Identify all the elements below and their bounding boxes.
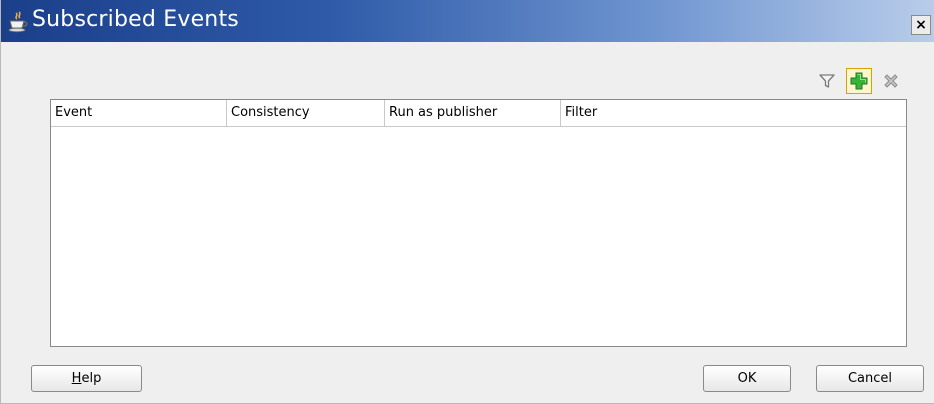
table-toolbar (814, 67, 904, 95)
ok-button[interactable]: OK (703, 365, 791, 392)
help-label: elp (81, 371, 102, 386)
filter-button[interactable] (814, 68, 840, 94)
java-cup-icon (8, 11, 28, 33)
column-header-consistency[interactable]: Consistency (227, 100, 385, 126)
table-body[interactable] (51, 127, 906, 347)
add-button[interactable] (846, 68, 872, 94)
delete-icon (884, 74, 898, 88)
add-icon (850, 72, 868, 90)
filter-icon (819, 74, 835, 88)
cancel-button[interactable]: Cancel (816, 365, 924, 392)
dialog-title: Subscribed Events (32, 7, 239, 32)
help-button[interactable]: Help (31, 365, 142, 392)
help-mnemonic: H (71, 371, 82, 386)
title-bar[interactable]: Subscribed Events × (1, 0, 934, 42)
delete-button[interactable] (878, 68, 904, 94)
column-header-filter[interactable]: Filter (561, 100, 906, 126)
column-header-event[interactable]: Event (51, 100, 227, 126)
close-button[interactable]: × (911, 15, 931, 35)
table-header: Event Consistency Run as publisher Filte… (51, 100, 906, 127)
column-header-run-as-publisher[interactable]: Run as publisher (385, 100, 561, 126)
subscribed-events-dialog: Subscribed Events × Event Consistency Ru… (0, 0, 934, 404)
cancel-label: Cancel (847, 371, 893, 386)
subscribed-events-table[interactable]: Event Consistency Run as publisher Filte… (50, 99, 907, 347)
close-icon: × (915, 17, 927, 33)
ok-label: OK (737, 371, 757, 386)
